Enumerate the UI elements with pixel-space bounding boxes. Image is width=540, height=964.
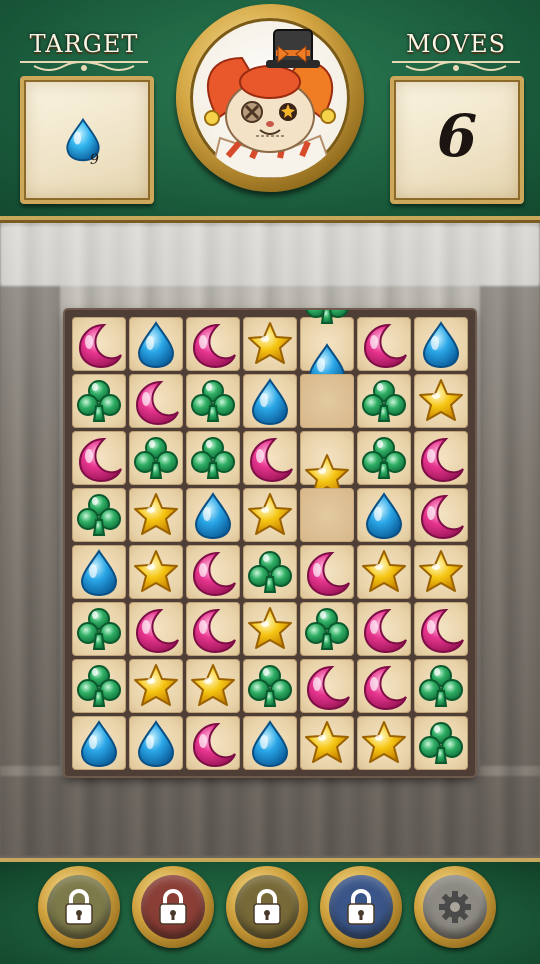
board-cell [300, 488, 354, 542]
blue-drop-gem[interactable] [72, 716, 126, 770]
green-club-gem[interactable] [72, 488, 126, 542]
pink-moon-gem[interactable] [357, 659, 411, 713]
pink-moon-gem[interactable] [129, 602, 183, 656]
pink-moon-gem[interactable] [186, 716, 240, 770]
pink-moon-gem[interactable] [72, 431, 126, 485]
pink-moon-gem[interactable] [414, 488, 468, 542]
green-club-gem[interactable] [129, 431, 183, 485]
settings-button[interactable] [414, 866, 496, 948]
blue-drop-gem[interactable] [243, 716, 297, 770]
booster-1-locked-button[interactable] [38, 866, 120, 948]
yellow-star-gem[interactable] [243, 317, 297, 371]
yellow-star-gem[interactable] [300, 716, 354, 770]
green-club-gem[interactable] [243, 659, 297, 713]
moves-panel: 6 [390, 76, 524, 204]
green-club-gem[interactable] [72, 602, 126, 656]
pink-moon-gem[interactable] [357, 602, 411, 656]
blue-drop-gem[interactable] [129, 317, 183, 371]
green-club-gem[interactable] [357, 431, 411, 485]
board-cell [300, 374, 354, 428]
yellow-star-gem[interactable] [357, 545, 411, 599]
target-drop-icon [66, 117, 100, 162]
green-club-gem[interactable] [357, 374, 411, 428]
yellow-star-gem[interactable] [129, 659, 183, 713]
blue-drop-gem[interactable] [414, 317, 468, 371]
target-panel: 9 [20, 76, 154, 204]
green-club-gem[interactable] [414, 716, 468, 770]
blue-drop-gem[interactable] [72, 545, 126, 599]
green-club-gem[interactable] [414, 659, 468, 713]
booster-1-locked-face [47, 875, 111, 939]
yellow-star-gem[interactable] [357, 716, 411, 770]
booster-3-locked-face [235, 875, 299, 939]
booster-2-locked-button[interactable] [132, 866, 214, 948]
green-club-gem[interactable] [243, 545, 297, 599]
green-club-gem[interactable] [186, 431, 240, 485]
booster-4-locked-button[interactable] [320, 866, 402, 948]
pink-moon-gem[interactable] [357, 317, 411, 371]
yellow-star-gem[interactable] [129, 488, 183, 542]
top-hud: TARGET 9 MOVES 6 [0, 0, 540, 220]
yellow-star-gem[interactable] [243, 488, 297, 542]
booster-3-locked-button[interactable] [226, 866, 308, 948]
pink-moon-gem[interactable] [129, 374, 183, 428]
booster-2-locked-face [141, 875, 205, 939]
yellow-star-gem[interactable] [414, 545, 468, 599]
pink-moon-gem[interactable] [414, 602, 468, 656]
settings-face [423, 875, 487, 939]
green-club-gem[interactable] [72, 374, 126, 428]
yellow-star-gem[interactable] [414, 374, 468, 428]
blue-drop-gem[interactable] [243, 374, 297, 428]
moves-title: MOVES [405, 30, 507, 58]
pink-moon-gem[interactable] [186, 545, 240, 599]
yellow-star-gem[interactable] [243, 602, 297, 656]
green-club-gem[interactable] [72, 659, 126, 713]
pink-moon-gem[interactable] [300, 545, 354, 599]
yellow-star-gem[interactable] [129, 545, 183, 599]
pink-moon-gem[interactable] [414, 431, 468, 485]
moves-value: 6 [436, 102, 478, 170]
blue-drop-gem[interactable] [129, 716, 183, 770]
target-flourish [20, 61, 148, 71]
target-title: TARGET [29, 30, 139, 58]
blue-drop-gem[interactable] [357, 488, 411, 542]
green-club-gem[interactable] [300, 602, 354, 656]
pink-moon-gem[interactable] [186, 317, 240, 371]
pink-moon-gem[interactable] [72, 317, 126, 371]
yellow-star-gem[interactable] [186, 659, 240, 713]
moves-flourish [392, 61, 520, 71]
blue-drop-gem[interactable] [186, 488, 240, 542]
game-board [65, 310, 475, 776]
pink-moon-gem[interactable] [300, 659, 354, 713]
green-club-gem[interactable] [186, 374, 240, 428]
jester-hamster-portrait [190, 18, 350, 178]
character-portrait-frame[interactable] [176, 4, 364, 192]
booster-4-locked-face [329, 875, 393, 939]
pink-moon-gem[interactable] [186, 602, 240, 656]
jester-hamster-icon [204, 29, 337, 178]
target-count: 9 [90, 152, 99, 168]
pink-moon-gem[interactable] [243, 431, 297, 485]
